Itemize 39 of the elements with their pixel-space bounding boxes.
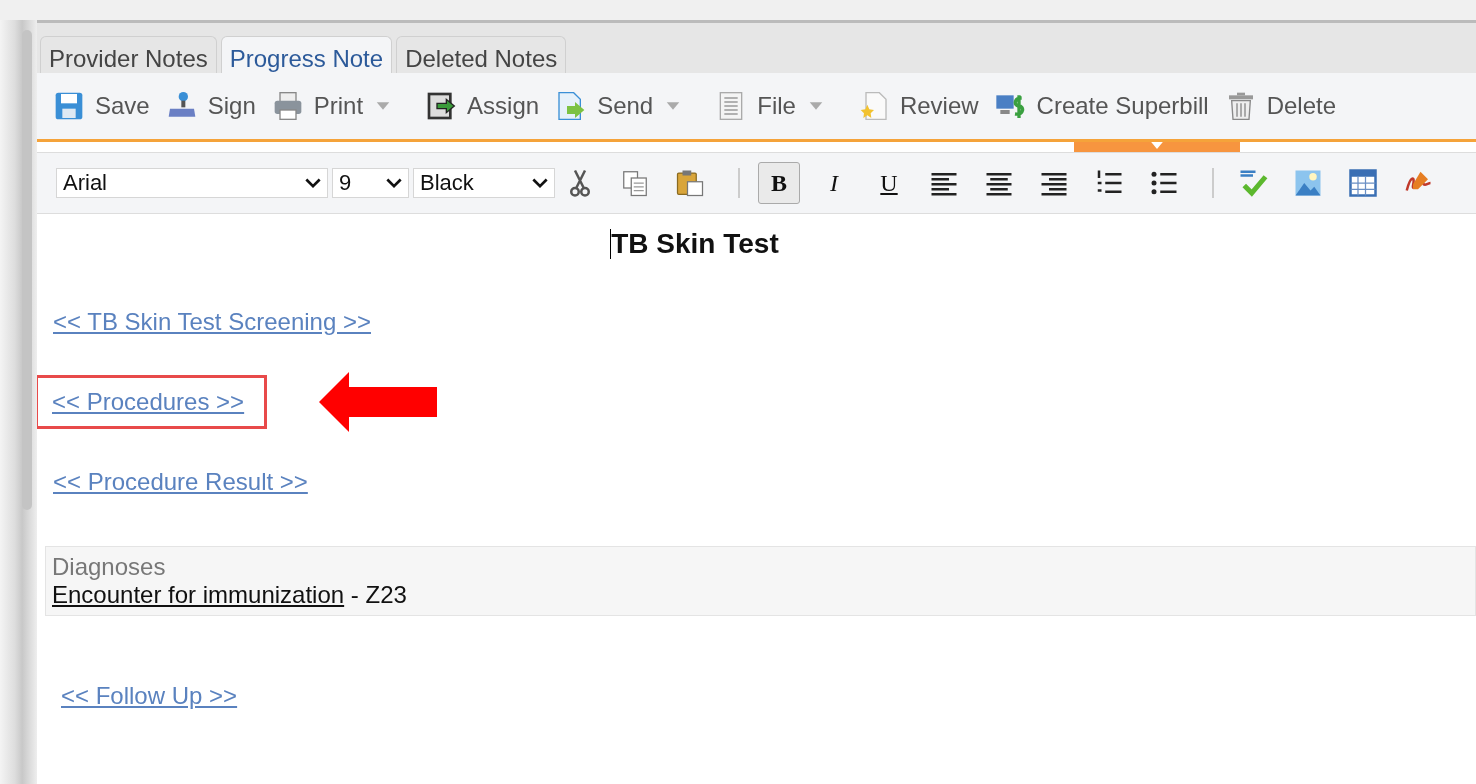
diagnoses-heading: Diagnoses [52,553,167,581]
tab[interactable]: Provider Notes [40,36,217,73]
export-icon [425,90,458,122]
section-link[interactable]: << TB Skin Test Screening >> [53,308,371,336]
toolbar-button[interactable]: Sign [163,90,270,122]
table-icon [1348,168,1378,198]
tab[interactable]: Progress Note [220,36,393,73]
toolbar-button[interactable]: Send [553,90,714,122]
format-button[interactable]: U [868,162,910,204]
toolbar-button[interactable]: Assign [423,90,554,122]
toolbar-button[interactable]: Print [269,90,424,122]
section-link[interactable]: << Procedures >> [52,388,245,415]
font-select[interactable]: Arial [56,168,328,198]
image-icon [1293,168,1323,198]
section-link[interactable]: << Procedure Result >> [53,468,308,496]
color-select[interactable]: Black [413,168,555,198]
collapse-handle[interactable] [1074,142,1240,152]
toolbar-button[interactable]: Save [51,90,164,122]
section-link[interactable]: << Follow Up >> [61,682,238,710]
diagnosis-link[interactable]: Encounter for immunization [52,581,345,609]
chevron-down-icon [305,177,321,189]
size-select[interactable]: 9 [332,168,409,198]
toolbar-button[interactable]: Review [855,90,993,122]
toolbar-button[interactable]: Create Superbill [992,90,1223,122]
copy-icon [620,168,650,198]
clipboard-icon [675,168,705,198]
toolbar-button[interactable]: Delete [1222,90,1351,122]
diagnosis-code: - Z23 [349,581,407,609]
chevron-down-icon [386,177,402,189]
caret-icon [1149,142,1165,149]
format-button[interactable]: I [813,162,855,204]
chevron-down-icon [532,177,548,189]
toolbar-button[interactable]: File [713,90,856,122]
tab[interactable]: Deleted Notes [396,36,567,73]
scrollbar[interactable] [22,30,32,510]
arrow-icon [319,372,438,432]
spellcheck-icon [1238,168,1268,198]
format-button[interactable]: B [758,162,800,204]
document-title: TB Skin Test [611,228,779,260]
